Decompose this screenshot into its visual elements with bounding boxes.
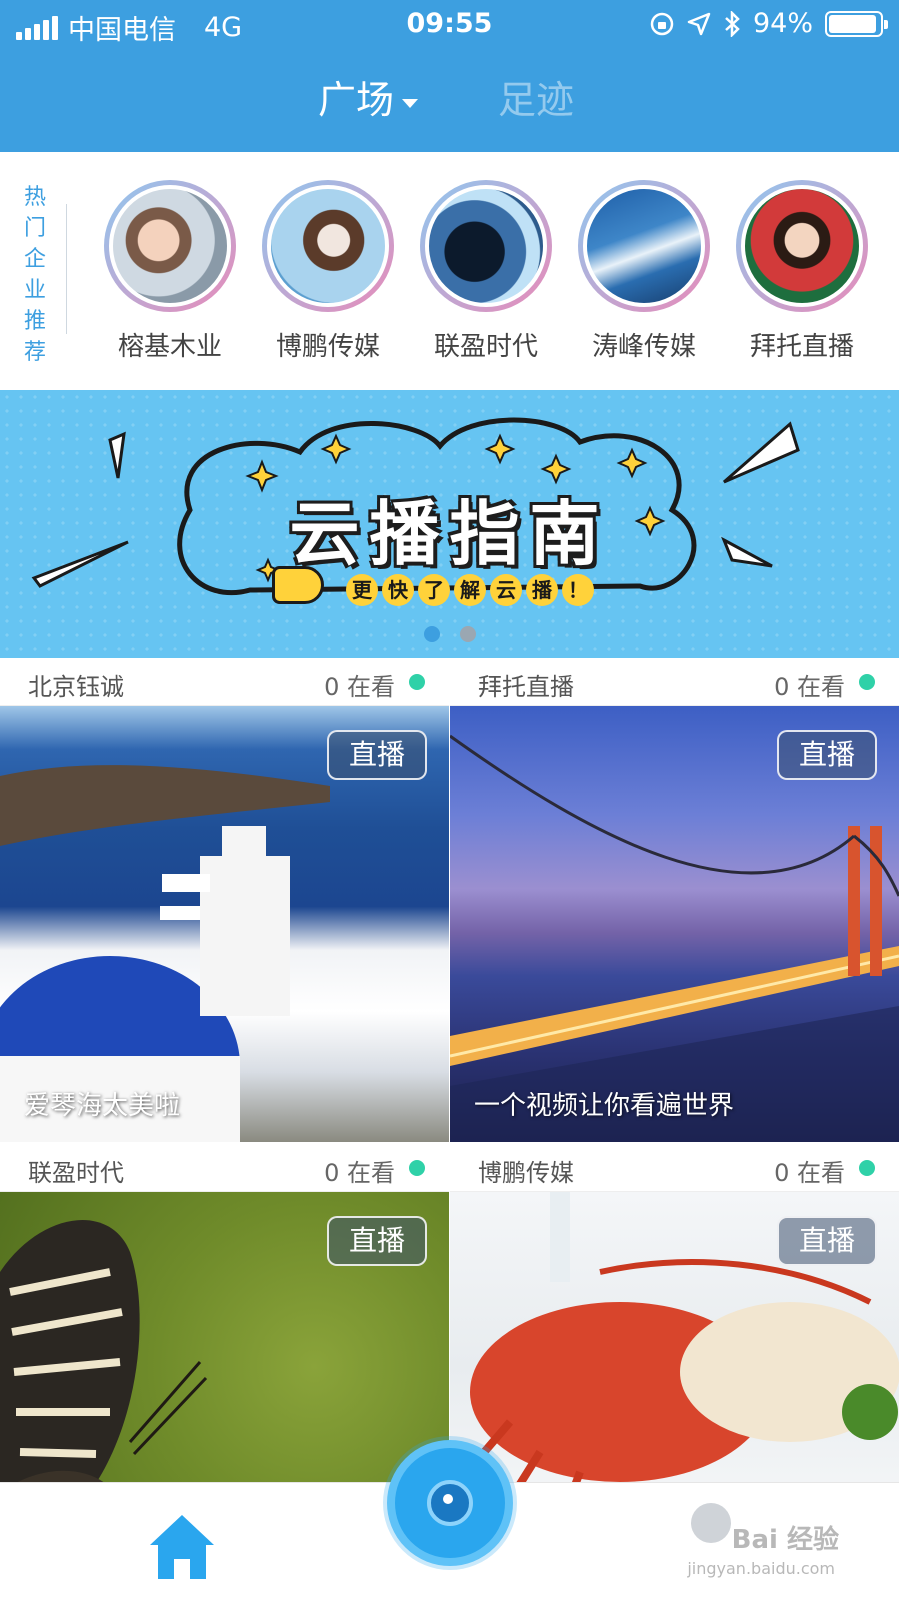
company-name: 拜托直播 [749,332,854,362]
hot-companies: 热门企业推荐 榕基木业 博鹏传媒 联盈时代 涛峰传媒 拜托直播 [0,152,899,390]
banner-subtitle-char: 了 [418,574,450,606]
card-company-name: 北京钰诚 [28,673,124,701]
watermark: Bai 经验 [731,1525,839,1555]
banner-subtitle: 更快了解云播！ [346,574,598,606]
avatar [741,185,863,307]
live-badge: 直播 [327,730,427,780]
live-status-dot [859,1160,875,1176]
battery-fill [829,14,876,33]
live-card[interactable]: 北京钰诚 0 在看 直播 爱琴海太美啦 [0,658,449,1142]
avatar [109,185,231,307]
card-caption: 一个视频让你看遍世界 [474,1091,735,1121]
app-header: 中国电信 4G 09:55 94% 广场 足迹 [0,0,899,152]
profile-icon[interactable] [691,1503,731,1543]
bluetooth-icon [725,10,740,37]
pager-dot[interactable] [459,626,476,642]
banner-subtitle-char: 解 [454,574,486,606]
battery-icon [825,10,888,37]
card-header: 联盈时代 0 在看 [0,1144,449,1192]
megaphone-icon [272,566,324,604]
status-bar: 中国电信 4G 09:55 94% [0,0,899,50]
avatar [267,185,389,307]
company-name: 榕基木业 [117,332,222,362]
live-badge: 直播 [777,730,877,780]
tab-square-label: 广场 [318,78,395,122]
company-item[interactable]: 涛峰传媒 [574,180,714,363]
live-badge: 直播 [777,1216,877,1266]
live-badge: 直播 [327,1216,427,1266]
banner-carousel[interactable]: 云播指南 更快了解云播！ [0,390,899,658]
live-status-dot [409,1160,425,1176]
divider [66,204,67,334]
card-thumbnail: 直播 爱琴海太美啦 [0,706,449,1142]
viewer-count: 0 在看 [774,1159,845,1187]
camera-button[interactable] [387,1440,513,1566]
card-thumbnail: 直播 一个视频让你看遍世界 [450,706,899,1142]
company-item[interactable]: 拜托直播 [732,180,872,363]
nav-tabs: 广场 足迹 [0,72,899,132]
banner-subtitle-char: 更 [346,574,378,606]
company-name: 涛峰传媒 [591,332,696,362]
banner-subtitle-char: ！ [562,574,594,606]
banner-pager [0,626,899,642]
card-company-name: 博鹏传媒 [478,1159,574,1187]
card-header: 拜托直播 0 在看 [450,658,899,706]
home-icon[interactable] [146,1511,218,1583]
tab-footprint[interactable]: 足迹 [498,72,574,128]
pager-dot[interactable] [423,626,440,642]
live-card[interactable]: 拜托直播 0 在看 直播 一个视频让你看遍世界 [450,658,899,1142]
watermark-url: jingyan.baidu.com [687,1559,835,1578]
company-item[interactable]: 博鹏传媒 [258,180,398,363]
company-name: 联盈时代 [433,332,538,362]
card-company-name: 联盈时代 [28,1159,124,1187]
company-name: 博鹏传媒 [275,332,380,362]
chevron-down-icon [402,98,419,108]
card-header: 博鹏传媒 0 在看 [450,1144,899,1192]
rotation-lock-icon [650,12,674,35]
hot-label: 热门企业推荐 [23,185,46,365]
banner-subtitle-char: 快 [382,574,414,606]
live-status-dot [859,674,875,690]
battery-percent: 94% [752,8,813,39]
banner-title: 云播指南 [289,493,610,575]
card-header: 北京钰诚 0 在看 [0,658,449,706]
camera-icon [427,1480,473,1526]
avatar [425,185,547,307]
company-item[interactable]: 榕基木业 [100,180,240,363]
banner-subtitle-char: 云 [490,574,522,606]
avatar [583,185,705,307]
location-icon [687,12,711,35]
company-item[interactable]: 联盈时代 [416,180,556,363]
live-status-dot [409,674,425,690]
viewer-count: 0 在看 [324,1159,395,1187]
banner-subtitle-char: 播 [526,574,558,606]
tab-square[interactable]: 广场 [318,72,419,128]
card-company-name: 拜托直播 [478,673,574,701]
viewer-count: 0 在看 [324,673,395,701]
status-right: 94% [649,8,888,39]
viewer-count: 0 在看 [774,673,845,701]
card-caption: 爱琴海太美啦 [24,1091,181,1121]
